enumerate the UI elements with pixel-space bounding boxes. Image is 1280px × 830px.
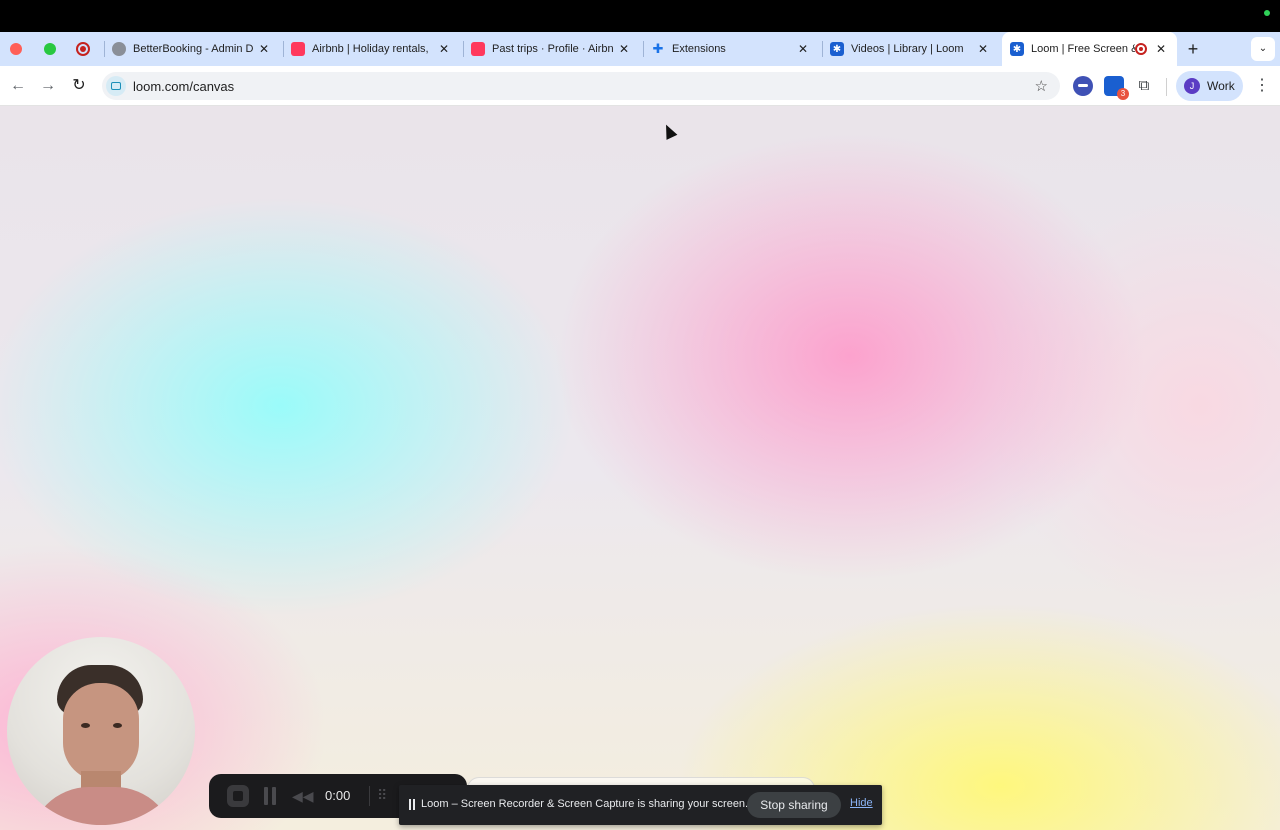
window-close-button[interactable] <box>10 43 22 55</box>
forward-button[interactable]: → <box>36 74 60 98</box>
loom-extension-icon[interactable]: 3 <box>1104 76 1129 100</box>
kebab-menu-icon[interactable]: ⋮ <box>1252 76 1272 96</box>
reload-button[interactable]: ↻ <box>67 74 91 98</box>
tab-divider <box>463 41 464 57</box>
tab-close-button[interactable]: ✕ <box>616 42 632 56</box>
controls-divider <box>369 786 370 806</box>
stop-sharing-button[interactable]: Stop sharing <box>747 792 841 818</box>
pause-button[interactable] <box>263 787 277 805</box>
pause-icon <box>409 799 415 810</box>
tab-title: BetterBooking - Admin D <box>133 43 254 55</box>
recording-indicator-icon <box>76 42 90 56</box>
profile-label: Work <box>1207 79 1235 93</box>
tab-airbnb-past-trips[interactable]: Past trips · Profile · Airbn ✕ <box>463 32 640 66</box>
tab-divider <box>104 41 105 57</box>
bookmark-star-icon[interactable]: ☆ <box>1035 77 1048 95</box>
tab-loom-library[interactable]: ✱ Videos | Library | Loom ✕ <box>822 32 999 66</box>
profile-button[interactable]: J Work <box>1176 71 1243 101</box>
camera-face <box>63 683 139 781</box>
toolbar-divider <box>1166 78 1167 96</box>
system-menubar <box>0 0 1280 32</box>
tab-betterbooking[interactable]: BetterBooking - Admin D ✕ <box>104 32 280 66</box>
extension-badge: 3 <box>1117 88 1129 100</box>
loom-icon: ✱ <box>830 42 844 56</box>
tab-close-button[interactable]: ✕ <box>436 42 452 56</box>
share-message: Loom – Screen Recorder & Screen Capture … <box>421 798 749 810</box>
camera-bubble[interactable] <box>7 637 195 825</box>
stop-recording-button[interactable] <box>227 785 249 807</box>
tab-title: Airbnb | Holiday rentals, <box>312 43 429 55</box>
airbnb-icon <box>471 42 485 56</box>
drag-handle-icon[interactable]: ⠿ <box>377 787 387 804</box>
site-info-icon[interactable] <box>106 76 126 96</box>
restart-icon[interactable]: ◀◀ <box>292 787 314 805</box>
tab-airbnb-rentals[interactable]: Airbnb | Holiday rentals, ✕ <box>283 32 460 66</box>
new-tab-button[interactable]: + <box>1184 40 1202 58</box>
tab-divider <box>822 41 823 57</box>
tab-close-button[interactable]: ✕ <box>256 42 272 56</box>
address-bar[interactable]: loom.com/canvas ☆ <box>102 72 1060 100</box>
tab-divider <box>643 41 644 57</box>
airbnb-icon <box>291 42 305 56</box>
extension-icon[interactable] <box>1073 76 1093 96</box>
tab-close-button[interactable]: ✕ <box>795 42 811 56</box>
globe-icon <box>112 42 126 56</box>
back-button[interactable]: ← <box>6 74 30 98</box>
loom-icon: ✱ <box>1010 42 1024 56</box>
window-zoom-button[interactable] <box>44 43 56 55</box>
browser-toolbar: ← → ↻ loom.com/canvas ☆ 3 ⧉ J Work ⋮ <box>0 66 1280 106</box>
tab-title: Past trips · Profile · Airbn <box>492 43 614 55</box>
recording-timer: 0:00 <box>325 788 351 803</box>
tab-extensions[interactable]: ✚ Extensions ✕ <box>643 32 819 66</box>
tab-search-button[interactable]: ⌄ <box>1251 37 1275 61</box>
tab-loom-active[interactable]: ✱ Loom | Free Screen & ✕ <box>1002 32 1177 66</box>
tab-title: Extensions <box>672 43 726 55</box>
camera-eye <box>113 723 122 728</box>
tab-recording-icon <box>1135 43 1147 55</box>
camera-shirt <box>29 787 175 825</box>
tab-title: Loom | Free Screen & <box>1031 43 1135 55</box>
tab-divider <box>283 41 284 57</box>
tab-close-button[interactable]: ✕ <box>1153 42 1169 56</box>
status-indicator <box>1264 10 1270 16</box>
extensions-puzzle-icon[interactable]: ⧉ <box>1134 76 1154 96</box>
screen: BetterBooking - Admin D ✕ Airbnb | Holid… <box>0 0 1280 830</box>
puzzle-icon: ✚ <box>652 41 664 56</box>
tab-title: Videos | Library | Loom <box>851 43 964 55</box>
tab-strip: BetterBooking - Admin D ✕ Airbnb | Holid… <box>0 32 1280 66</box>
avatar: J <box>1184 78 1200 94</box>
hide-link[interactable]: Hide <box>850 797 873 809</box>
address-url[interactable]: loom.com/canvas <box>133 79 234 94</box>
screen-share-notice: Loom – Screen Recorder & Screen Capture … <box>399 785 882 825</box>
camera-eye <box>81 723 90 728</box>
tab-close-button[interactable]: ✕ <box>975 42 991 56</box>
